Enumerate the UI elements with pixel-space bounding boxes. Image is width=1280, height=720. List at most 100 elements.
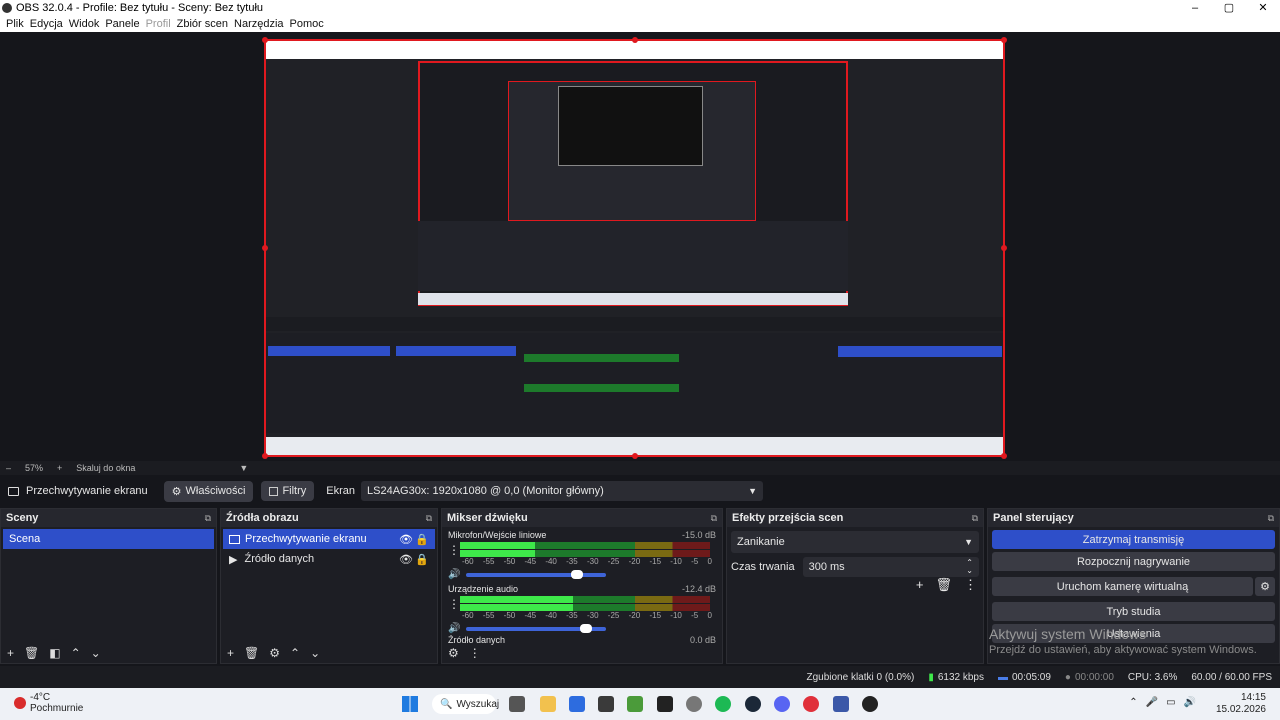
source-properties-icon[interactable]: ⚙ — [269, 646, 280, 660]
spin-arrows-icon[interactable]: ⌃ ⌄ — [966, 559, 973, 575]
remove-scene-icon[interactable]: 🗑 — [24, 646, 39, 660]
source-item[interactable]: ▶ Źródło danych 👁 🔒 — [223, 549, 435, 569]
network-icon[interactable]: ▭ — [1166, 697, 1175, 708]
move-up-icon[interactable]: ⌃ — [290, 646, 300, 660]
weather-widget[interactable]: -4°C Pochmurnie — [14, 692, 83, 714]
zoom-out-button[interactable]: – — [6, 463, 11, 473]
preview-canvas[interactable] — [262, 37, 1007, 459]
transition-select[interactable]: Zanikanie ▼ — [731, 531, 979, 553]
opera-icon[interactable] — [803, 696, 819, 712]
speaker-icon[interactable]: 🔊 — [448, 623, 460, 634]
add-transition-icon[interactable]: + — [916, 577, 924, 593]
tray-icons[interactable]: ⌃ 🎤 ▭ 🔊 — [1129, 697, 1196, 708]
menu-tools[interactable]: Narzędzia — [234, 18, 284, 30]
transition-menu-icon[interactable]: ⋮ — [964, 577, 977, 593]
undock-icon[interactable]: ⧉ — [711, 513, 717, 524]
obs-icon[interactable] — [862, 696, 878, 712]
app-icon[interactable] — [833, 696, 849, 712]
close-button[interactable]: ✕ — [1246, 0, 1280, 16]
volume-slider[interactable] — [466, 623, 607, 633]
move-up-icon[interactable]: ⌃ — [71, 646, 81, 660]
undock-icon[interactable]: ⧉ — [972, 513, 978, 524]
add-scene-icon[interactable]: + — [7, 646, 14, 660]
discord-icon[interactable] — [774, 696, 790, 712]
tick-label: -10 — [670, 611, 682, 620]
channel-menu-icon[interactable]: ⋮ — [448, 597, 460, 611]
remove-source-icon[interactable]: 🗑 — [244, 646, 259, 660]
undock-icon[interactable]: ⧉ — [205, 513, 211, 524]
windows-start-icon[interactable] — [402, 696, 418, 712]
tick-label: -30 — [586, 557, 599, 566]
move-down-icon[interactable]: ⌄ — [91, 646, 101, 660]
resize-handle-bl[interactable] — [262, 453, 268, 459]
spotify-icon[interactable] — [715, 696, 731, 712]
menu-help[interactable]: Pomoc — [290, 18, 324, 30]
undock-icon[interactable]: ⧉ — [426, 513, 432, 524]
scene-filters-icon[interactable]: ◧ — [49, 646, 60, 660]
resize-handle-br[interactable] — [1001, 453, 1007, 459]
tick-label: -35 — [566, 611, 578, 620]
file-explorer-icon[interactable] — [540, 696, 556, 712]
nested-obs-meter-2 — [524, 384, 679, 392]
studio-mode-button[interactable]: Tryb studia — [992, 602, 1275, 621]
resize-handle-tr[interactable] — [1001, 37, 1007, 43]
lock-icon[interactable]: 🔒 — [415, 553, 429, 566]
lock-icon[interactable]: 🔒 — [415, 533, 429, 546]
start-virtual-camera-button[interactable]: Uruchom kamerę wirtualną — [992, 577, 1253, 596]
volume-slider[interactable] — [466, 569, 607, 579]
chevron-down-icon[interactable]: ▼ — [239, 463, 248, 473]
menu-file[interactable]: Plik — [6, 18, 24, 30]
channel-menu-icon[interactable]: ⋮ — [448, 543, 460, 557]
taskbar-search[interactable]: 🔍 Wyszukaj — [432, 694, 499, 714]
minecraft-icon[interactable] — [627, 696, 643, 712]
eye-icon[interactable]: 👁 — [399, 533, 413, 546]
menu-edit[interactable]: Edycja — [30, 18, 63, 30]
resize-handle-mr[interactable] — [1001, 245, 1007, 251]
resize-handle-tm[interactable] — [632, 37, 638, 43]
tray-chevron-icon[interactable]: ⌃ — [1129, 697, 1137, 708]
monitor-icon — [229, 534, 240, 544]
resize-handle-ml[interactable] — [262, 245, 268, 251]
add-source-icon[interactable]: + — [227, 646, 234, 660]
meter-ticks: -60 -55 -50 -45 -40 -35 -30 -25 -20 -15 -10 -5 0 — [462, 557, 712, 566]
app-icon[interactable] — [598, 696, 614, 712]
clock[interactable]: 14:15 15.02.2026 — [1216, 692, 1266, 716]
menu-profile[interactable]: Profil — [146, 18, 171, 30]
steam-icon[interactable] — [745, 696, 761, 712]
app-icon[interactable] — [686, 696, 702, 712]
duration-spinbox[interactable]: 300 ms ⌃ ⌄ — [802, 557, 979, 577]
epic-games-icon[interactable] — [657, 696, 673, 712]
chevron-down-icon: ▼ — [964, 537, 973, 547]
scenes-title: Sceny — [6, 512, 39, 524]
stop-streaming-button[interactable]: Zatrzymaj transmisję — [992, 530, 1275, 549]
app-icon[interactable] — [569, 696, 585, 712]
eye-icon[interactable]: 👁 — [399, 553, 413, 566]
filters-button[interactable]: Filtry — [261, 481, 315, 501]
start-recording-button[interactable]: Rozpocznij nagrywanie — [992, 552, 1275, 571]
resize-handle-tl[interactable] — [262, 37, 268, 43]
menu-docks[interactable]: Panele — [105, 18, 139, 30]
display-select[interactable]: LS24AG30x: 1920x1080 @ 0,0 (Monitor głów… — [361, 481, 764, 501]
move-down-icon[interactable]: ⌄ — [310, 646, 320, 660]
virtual-camera-settings-button[interactable]: ⚙ — [1255, 577, 1275, 596]
minimize-button[interactable]: – — [1178, 0, 1212, 16]
remove-transition-icon[interactable]: 🗑 — [935, 577, 952, 593]
undock-icon[interactable]: ⧉ — [1268, 513, 1274, 524]
stream-time: 00:05:09 — [1011, 671, 1051, 683]
mixer-menu-icon[interactable]: ⋮ — [469, 646, 481, 660]
tick-label: -55 — [482, 611, 495, 620]
tick-label: -40 — [545, 557, 557, 566]
resize-handle-bm[interactable] — [632, 453, 638, 459]
volume-icon[interactable]: 🔊 — [1184, 697, 1196, 708]
source-item[interactable]: Przechwytywanie ekranu 👁 🔒 — [223, 529, 435, 549]
menu-scene-collection[interactable]: Zbiór scen — [177, 18, 228, 30]
menu-view[interactable]: Widok — [69, 18, 100, 30]
microphone-icon[interactable]: 🎤 — [1146, 697, 1158, 708]
speaker-icon[interactable]: 🔊 — [448, 569, 460, 580]
task-view-icon[interactable] — [509, 696, 525, 712]
maximize-button[interactable]: ▢ — [1212, 0, 1246, 16]
advanced-audio-icon[interactable]: ⚙ — [448, 646, 459, 660]
scene-item[interactable]: Scena — [3, 529, 214, 549]
zoom-in-button[interactable]: + — [57, 463, 62, 473]
properties-button[interactable]: ⚙ Właściwości — [163, 480, 254, 502]
